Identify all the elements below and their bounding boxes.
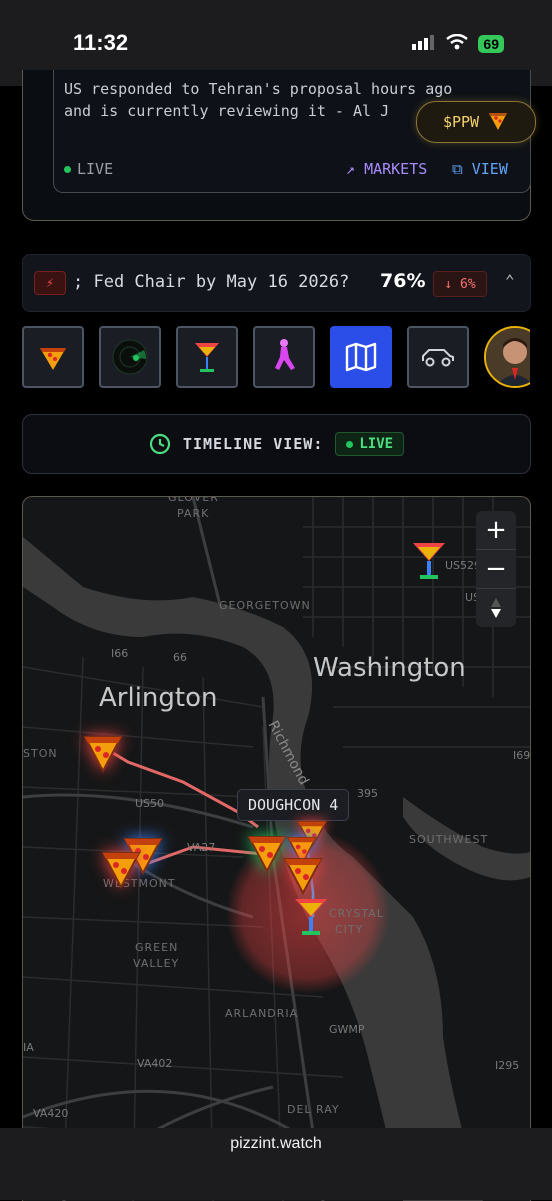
ppw-label: $PPW: [442, 113, 480, 131]
road-ia: IA: [23, 1041, 34, 1054]
signal-icon: [412, 34, 436, 54]
label-crystal: CRYSTAL: [329, 907, 384, 920]
chevron-up-icon[interactable]: ⌃: [505, 271, 515, 290]
zoom-in-button[interactable]: +: [476, 511, 516, 549]
battery-indicator: 69: [478, 35, 504, 53]
doughcon-label: DOUGHCON 4: [237, 789, 350, 821]
live-label: LIVE: [77, 160, 114, 178]
label-arlington: Arlington: [99, 683, 218, 713]
label-del-ray: DEL RAY: [287, 1103, 340, 1116]
market-ticker[interactable]: ⚡ ; Fed Chair by May 16 2026? 76% ↓ 6% ⌃: [22, 254, 531, 312]
tab-pizza[interactable]: [22, 326, 84, 388]
ticker-change-value: 6%: [460, 276, 476, 292]
map-icon: [345, 342, 377, 372]
road-va420: VA420: [33, 1107, 69, 1120]
view-link[interactable]: ⧉ VIEW: [452, 160, 508, 178]
pizza-icon: [40, 348, 66, 370]
ticker-change-badge: ↓ 6%: [433, 271, 487, 297]
car-icon: [422, 349, 454, 367]
radar-icon: [112, 339, 148, 375]
timeline-view-bar[interactable]: TIMELINE VIEW: LIVE: [22, 414, 531, 474]
dancer-icon: [275, 339, 295, 370]
wifi-icon: [446, 33, 469, 54]
road-66: 66: [173, 651, 187, 664]
live-indicator: LIVE: [64, 160, 113, 178]
url-text: pizzint.watch: [230, 1135, 322, 1152]
tab-radar[interactable]: [99, 326, 161, 388]
pizza-pin-icon[interactable]: [99, 847, 143, 891]
status-icons: 69: [412, 33, 504, 54]
compass-button[interactable]: [476, 588, 516, 627]
live-dot-icon: [346, 440, 354, 448]
pizza-pin-icon[interactable]: [81, 731, 125, 775]
pizza-icon: [487, 109, 509, 135]
lightning-icon: ⚡: [34, 271, 66, 295]
road-i295: I295: [495, 1059, 520, 1072]
external-link-icon: ⧉: [452, 160, 463, 178]
pizza-pin-icon[interactable]: [281, 853, 325, 897]
status-time: 11:32: [73, 30, 129, 55]
avatar-icon: [486, 328, 530, 386]
news-card: US responded to Tehran's proposal hours …: [22, 70, 531, 221]
trend-up-icon: ↗: [346, 160, 356, 178]
label-green: GREEN: [135, 941, 179, 954]
ticker-question: ; Fed Chair by May 16 2026?: [73, 272, 350, 292]
timeline-live-badge: LIVE: [335, 432, 405, 456]
zoom-out-button[interactable]: −: [476, 549, 516, 588]
arrow-down-icon: ↓: [444, 276, 453, 292]
label-city: CITY: [335, 923, 364, 936]
label-park: PARK: [177, 507, 210, 520]
road-va27: VA27: [187, 841, 216, 854]
label-ston: STON: [23, 747, 58, 760]
road-va402: VA402: [137, 1057, 173, 1070]
markets-label: MARKETS: [364, 160, 428, 178]
view-label: VIEW: [471, 160, 508, 178]
clock-icon: [149, 433, 171, 455]
timeline-label: TIMELINE VIEW:: [182, 435, 324, 453]
cocktail-pin-icon[interactable]: [289, 895, 333, 939]
compass-icon: [491, 598, 501, 618]
road-us50: US50: [135, 797, 165, 810]
cocktail-icon: [195, 343, 219, 372]
tab-avatar[interactable]: [484, 326, 530, 388]
tab-dancer[interactable]: [253, 326, 315, 388]
tab-cocktail[interactable]: [176, 326, 238, 388]
live-dot-icon: [64, 165, 71, 173]
markets-link[interactable]: ↗ MARKETS: [346, 160, 427, 178]
cocktail-pin-icon[interactable]: [407, 539, 451, 583]
tab-car[interactable]: [407, 326, 469, 388]
label-washington: Washington: [313, 653, 466, 683]
browser-url-bar[interactable]: pizzint.watch: [0, 1128, 552, 1200]
road-i66: I66: [111, 647, 129, 660]
label-glover: GLOVER: [168, 496, 219, 504]
ticker-percent: 76%: [380, 270, 426, 292]
road-i695: I69: [513, 749, 531, 762]
label-valley: VALLEY: [133, 957, 180, 970]
label-southwest: SOUTHWEST: [409, 833, 489, 846]
label-georgetown: GEORGETOWN: [219, 599, 311, 612]
road-395: 395: [357, 787, 378, 800]
tab-map[interactable]: [330, 326, 392, 388]
timeline-status: LIVE: [359, 436, 394, 452]
ppw-token-button[interactable]: $PPW: [416, 101, 536, 143]
zoom-controls: + −: [476, 511, 516, 627]
category-tabs: [22, 326, 530, 392]
label-arlandria: ARLANDRIA: [225, 1007, 299, 1020]
map-view[interactable]: GLOVER PARK GEORGETOWN Washington Arling…: [22, 496, 531, 1201]
road-gwmp: GWMP: [329, 1023, 365, 1036]
